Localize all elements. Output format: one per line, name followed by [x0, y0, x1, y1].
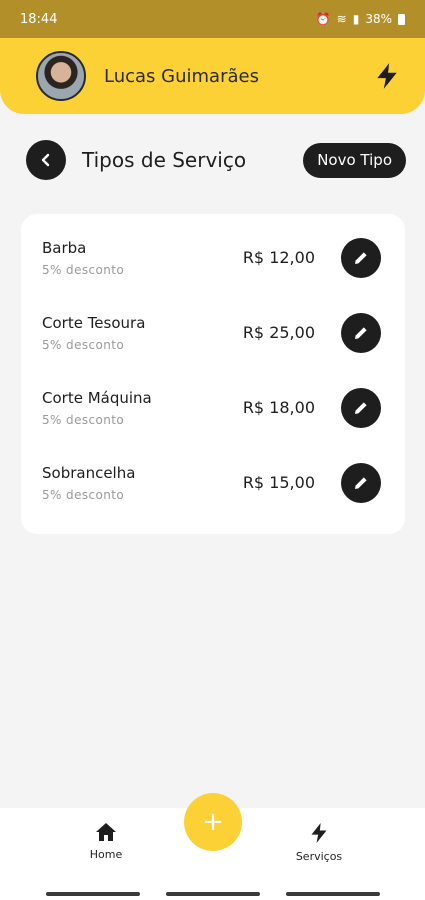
service-name: Sobrancelha: [42, 463, 136, 482]
service-name: Corte Tesoura: [42, 313, 146, 332]
pencil-icon: [355, 476, 367, 489]
battery-icon: [398, 13, 405, 25]
home-icon: [96, 823, 116, 841]
service-discount: 5% desconto: [42, 262, 125, 277]
pencil-icon: [355, 401, 367, 414]
title-row: Tipos de Serviço Novo Tipo: [26, 140, 406, 180]
bolt-icon: [377, 63, 397, 89]
gesture-segment: [45, 892, 140, 896]
list-item: Corte Máquina 5% desconto R$ 18,00: [21, 370, 405, 445]
bolt-button[interactable]: [371, 60, 403, 92]
service-price: R$ 25,00: [242, 323, 315, 342]
page-title: Tipos de Serviço: [82, 148, 247, 172]
gesture-segment: [165, 892, 260, 896]
service-price: R$ 15,00: [242, 473, 315, 492]
gesture-segment: [285, 892, 380, 896]
edit-button[interactable]: [341, 237, 381, 278]
new-type-button[interactable]: Novo Tipo: [303, 142, 406, 178]
service-name: Barba: [42, 238, 87, 257]
user-name: Lucas Guimarães: [104, 65, 259, 87]
plus-icon: +: [202, 807, 224, 837]
service-price: R$ 18,00: [242, 398, 315, 417]
wifi-icon: ≋: [336, 12, 347, 26]
alarm-icon: ⏰: [315, 12, 331, 26]
status-bar: 18:44 ⏰ ≋ ▮ 38%: [0, 0, 425, 38]
edit-button[interactable]: [341, 462, 381, 503]
service-price: R$ 12,00: [242, 248, 315, 267]
pencil-icon: [355, 326, 367, 339]
services-card: Barba 5% desconto R$ 12,00 Corte Tesoura…: [21, 214, 405, 534]
status-time: 18:44: [20, 11, 58, 27]
avatar[interactable]: [36, 51, 86, 101]
nav-services[interactable]: Serviços: [279, 822, 359, 863]
chevron-left-icon: [41, 153, 50, 167]
nav-home-label: Home: [89, 848, 123, 861]
edit-button[interactable]: [341, 312, 381, 353]
list-item: Barba 5% desconto R$ 12,00: [21, 220, 405, 295]
bolt-icon: [311, 823, 327, 843]
service-discount: 5% desconto: [42, 487, 125, 502]
back-button[interactable]: [26, 140, 66, 180]
service-name: Corte Máquina: [42, 388, 152, 407]
pencil-icon: [355, 251, 367, 264]
gesture-bar: [0, 888, 425, 900]
list-item: Sobrancelha 5% desconto R$ 15,00: [21, 445, 405, 520]
battery-percent: 38%: [365, 12, 392, 26]
add-button[interactable]: +: [184, 793, 242, 851]
nav-services-label: Serviços: [295, 850, 343, 863]
service-discount: 5% desconto: [42, 412, 125, 427]
list-item: Corte Tesoura 5% desconto R$ 25,00: [21, 295, 405, 370]
nav-home[interactable]: Home: [66, 822, 146, 861]
app-header: Lucas Guimarães: [0, 38, 425, 114]
service-discount: 5% desconto: [42, 337, 125, 352]
edit-button[interactable]: [341, 387, 381, 428]
status-icons: ⏰ ≋ ▮ 38%: [316, 12, 405, 26]
signal-icon: ▮: [352, 12, 360, 26]
